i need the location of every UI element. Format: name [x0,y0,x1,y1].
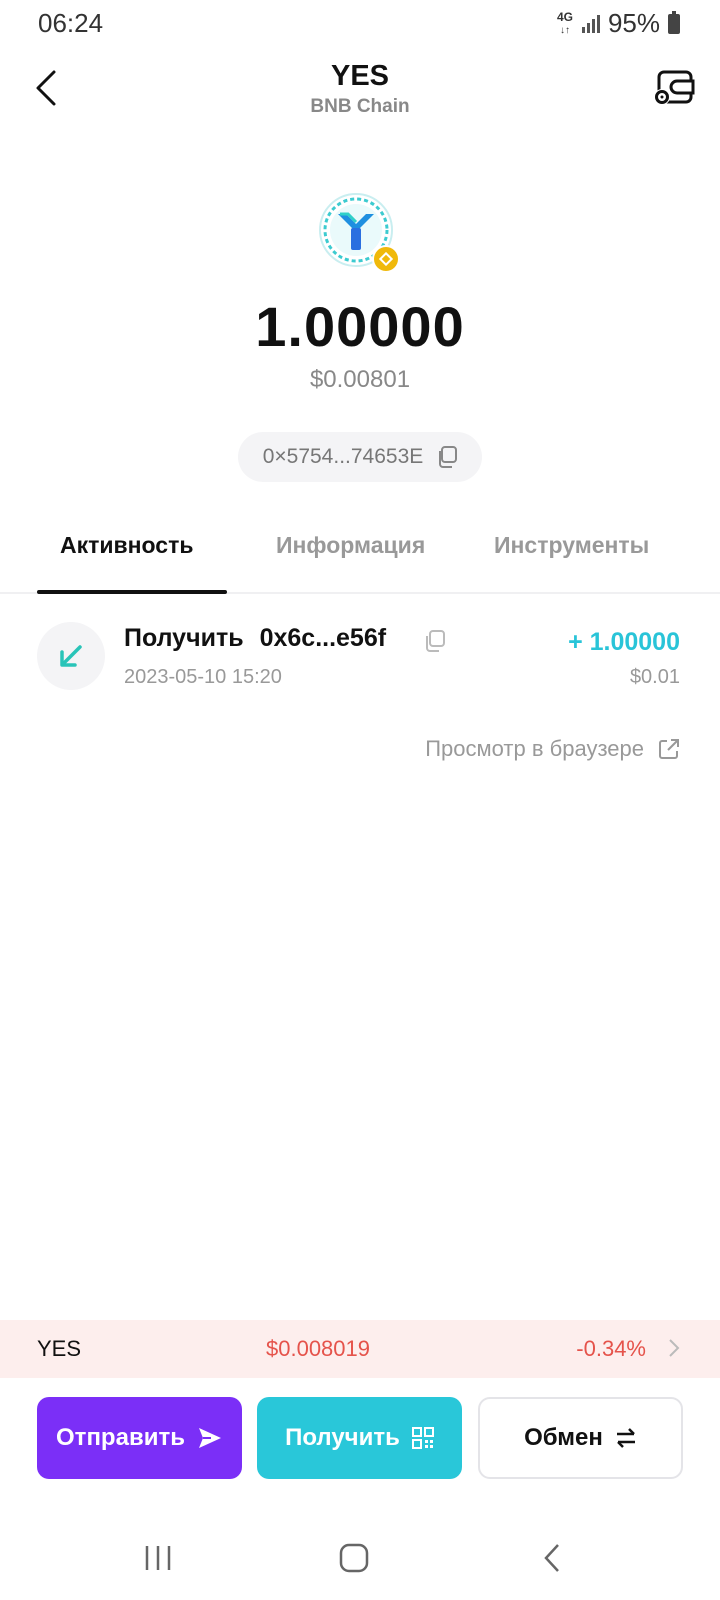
back-icon [544,1544,559,1572]
system-back-button[interactable] [522,1538,582,1578]
transaction-date: 2023-05-10 15:20 [124,666,282,688]
contract-address: 0×5754...74653E [262,445,424,468]
external-link-icon [659,739,679,759]
tab-indicator [37,590,227,594]
status-time: 06:24 [38,8,104,38]
home-icon [339,1543,369,1573]
token-balance: 1.00000 [255,295,465,358]
transaction-title: Получить 0x6c...e56f [124,624,386,653]
explorer-link-label: Просмотр в браузере [425,736,644,761]
swap-button-label: Обмен [524,1424,603,1451]
tab-activity[interactable]: Активность [60,532,194,559]
transaction-amount: + 1.00000 [568,628,680,656]
token-balance-usd: $0.00801 [309,366,411,393]
ticker-change: -0.34% [576,1336,646,1361]
copy-icon[interactable] [437,446,458,468]
home-button[interactable] [324,1538,384,1578]
qr-code-icon [411,1427,434,1449]
header: YES BNB Chain [0,56,720,126]
receive-arrow-icon [37,622,105,690]
page-title: YES [330,60,390,92]
transaction-counterparty: 0x6c...e56f [259,624,387,652]
status-bar: 06:24 4G ↓↑ 95% [0,0,720,46]
transaction-type: Получить [124,624,244,652]
swap-arrows-icon [616,1428,635,1448]
receive-button[interactable]: Получить [257,1397,462,1479]
copy-icon[interactable] [424,630,446,652]
wallet-settings-button[interactable] [650,66,698,110]
system-nav-bar [0,1520,720,1600]
send-button[interactable]: Отправить [37,1397,242,1479]
chain-name: BNB Chain [310,96,410,117]
view-in-explorer-link[interactable]: Просмотр в браузере [425,736,680,762]
recent-apps-icon [145,1546,171,1570]
network-label: 4G [556,9,573,24]
swap-button[interactable]: Обмен [478,1397,683,1479]
wallet-settings-icon [654,70,695,105]
chevron-right-icon [669,1339,680,1357]
tab-tools[interactable]: Инструменты [494,532,649,559]
status-icons: 4G ↓↑ 95% [556,8,680,39]
transaction-row[interactable]: Получить 0x6c...e56f 2023-05-10 15:20 + … [0,622,720,694]
action-buttons: Отправить Получить Обмен [0,1397,720,1481]
receive-button-label: Получить [285,1424,400,1451]
send-icon [198,1428,221,1448]
battery-percent: 95% [607,8,660,38]
send-button-label: Отправить [56,1424,185,1451]
recent-apps-button[interactable] [128,1538,188,1578]
transaction-amount-usd: $0.01 [629,666,680,688]
ticker-symbol: YES [37,1336,82,1361]
network-4g-icon: 4G ↓↑ [556,9,573,36]
price-ticker-bar[interactable]: YES $0.008019 -0.34% [0,1320,720,1378]
battery-icon [668,10,680,34]
ticker-price: $0.008019 [266,1336,370,1361]
signal-icon [581,14,600,33]
bnb-badge-icon [372,245,400,273]
tab-info[interactable]: Информация [276,532,425,559]
tabs: Активность Информация Инструменты [0,518,720,594]
contract-address-pill[interactable]: 0×5754...74653E [238,432,482,482]
